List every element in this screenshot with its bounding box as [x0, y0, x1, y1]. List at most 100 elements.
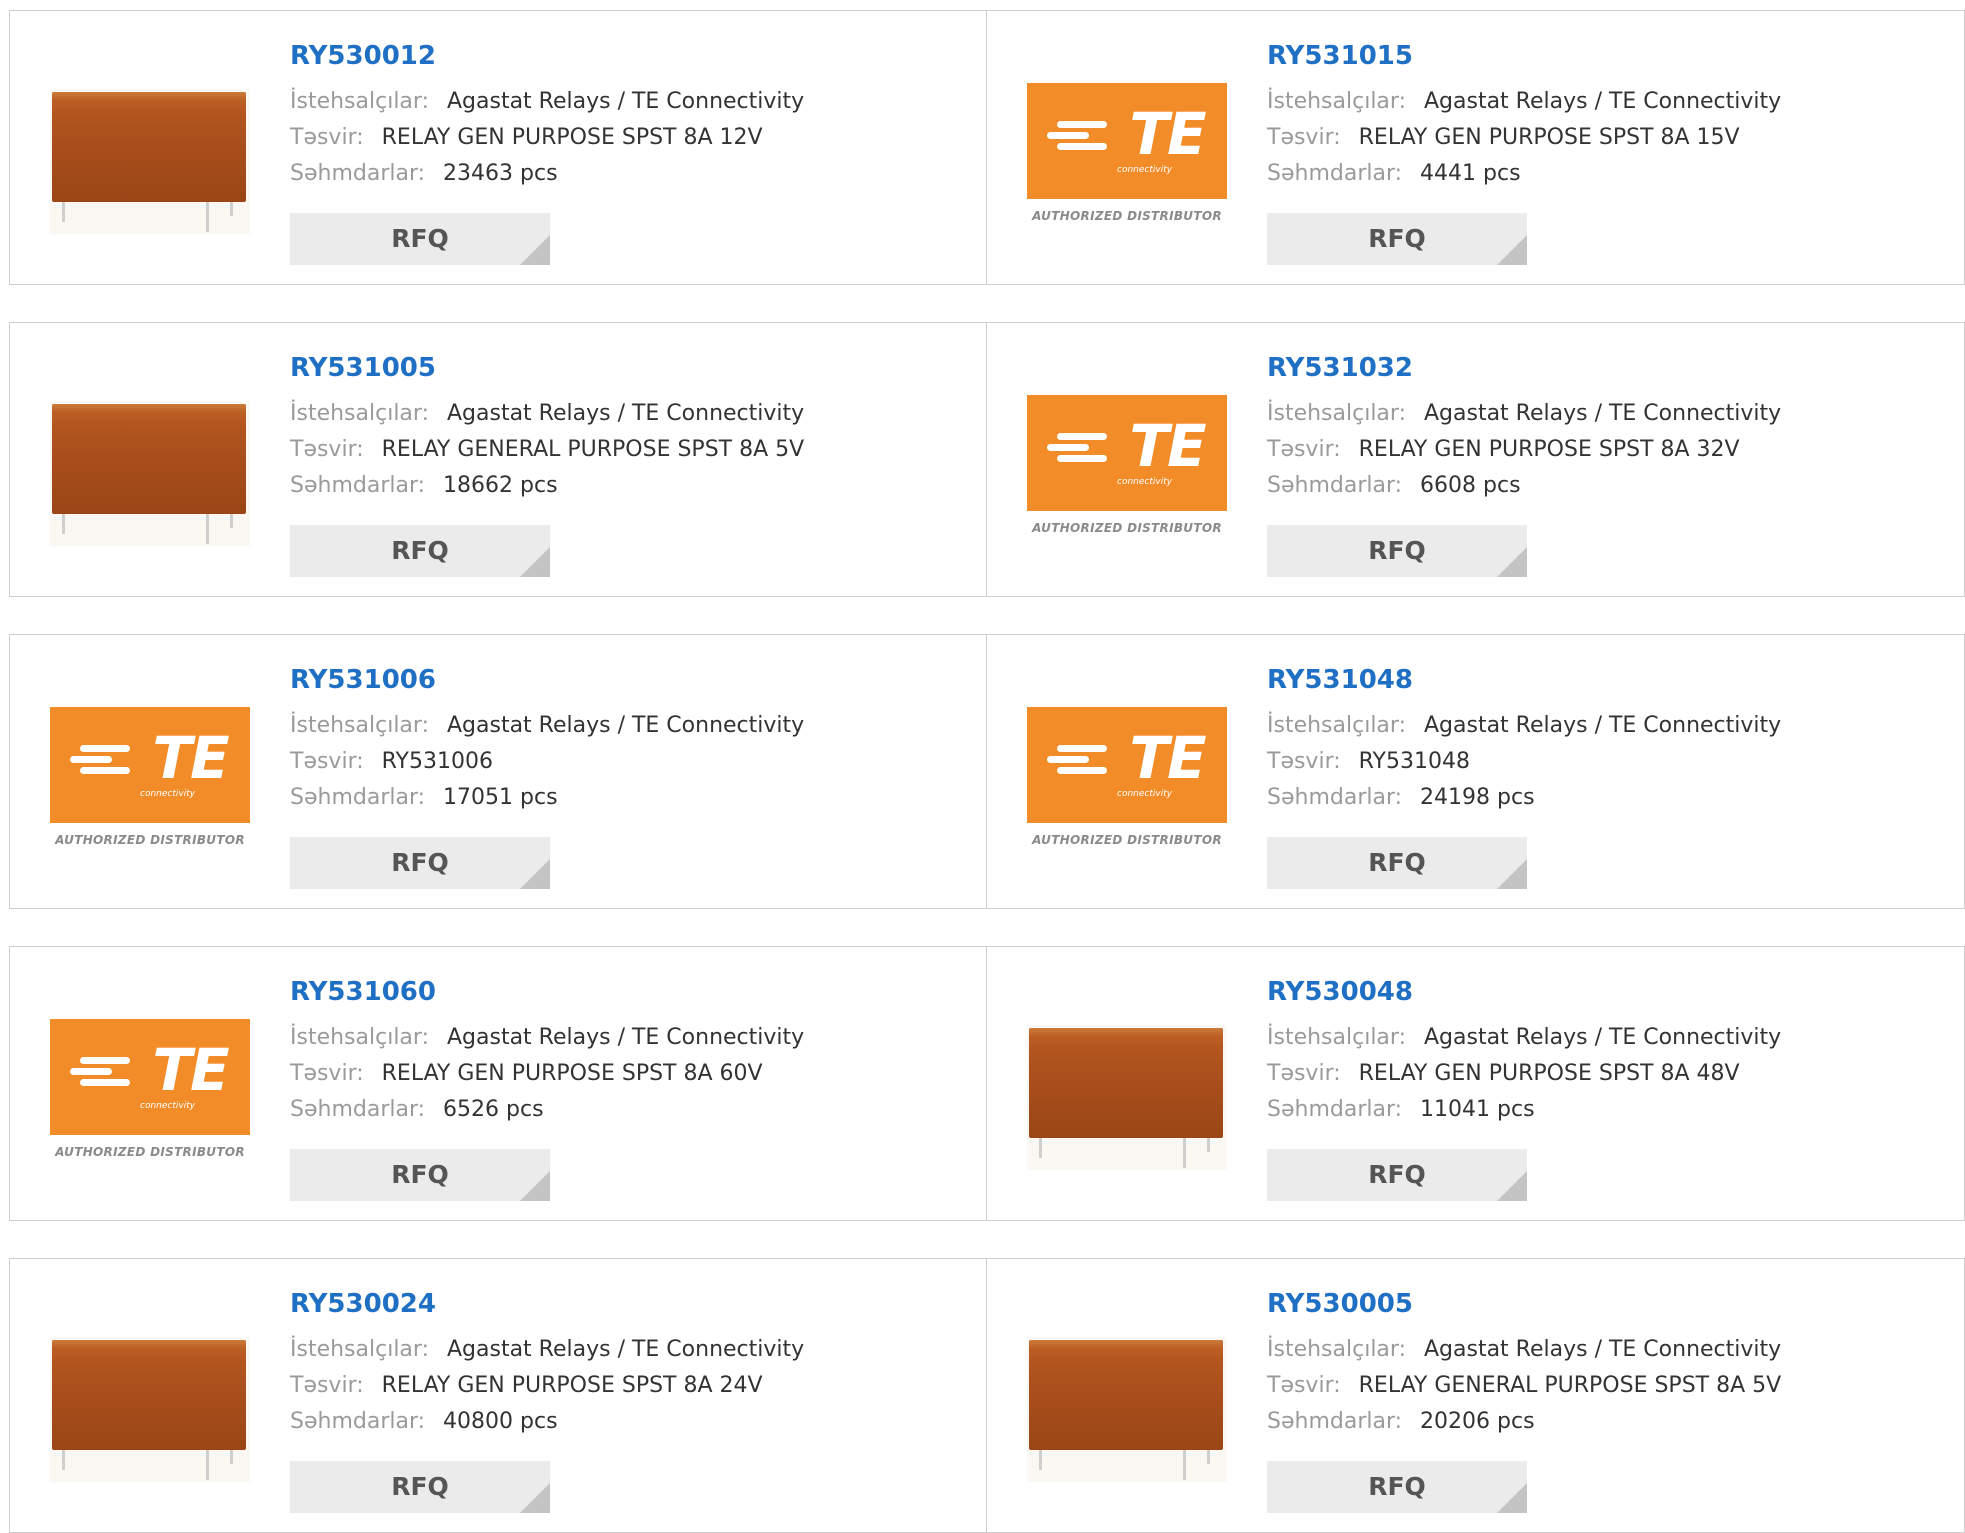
product-grid: RY530012 İstehsalçılar: Agastat Relays / …: [9, 10, 1965, 1533]
stock-row: Səhmdarlar: 11041 pcs: [1267, 1092, 1781, 1128]
rfq-button[interactable]: RFQ: [290, 525, 550, 577]
product-card: TE connectivity AUTHORIZED DISTRIBUTOR R…: [9, 946, 987, 1221]
part-number-link[interactable]: RY530048: [1267, 977, 1781, 1007]
manufacturer-value: Agastat Relays / TE Connectivity: [1423, 713, 1782, 738]
rfq-button[interactable]: RFQ: [290, 1461, 550, 1513]
manufacturer-label: İstehsalçılar:: [290, 1025, 429, 1050]
part-number-link[interactable]: RY531005: [290, 353, 804, 383]
product-image-link[interactable]: TE connectivity AUTHORIZED DISTRIBUTOR: [1027, 49, 1227, 249]
product-image-link[interactable]: TE connectivity AUTHORIZED DISTRIBUTOR: [1027, 673, 1227, 873]
product-info: RY531005 İstehsalçılar: Agastat Relays / …: [290, 353, 804, 504]
rfq-button[interactable]: RFQ: [1267, 1461, 1527, 1513]
manufacturer-row: İstehsalçılar: Agastat Relays / TE Connec…: [290, 84, 804, 120]
te-logo-subtext: connectivity: [1117, 165, 1173, 175]
part-number-link[interactable]: RY530005: [1267, 1289, 1781, 1319]
manufacturer-value: Agastat Relays / TE Connectivity: [1423, 401, 1782, 426]
product-card: RY531005 İstehsalçılar: Agastat Relays / …: [9, 322, 987, 597]
te-connectivity-logo-image: TE connectivity AUTHORIZED DISTRIBUTOR: [1027, 707, 1227, 857]
rfq-button[interactable]: RFQ: [290, 837, 550, 889]
stock-row: Səhmdarlar: 23463 pcs: [290, 156, 804, 192]
part-number-link[interactable]: RY531006: [290, 665, 804, 695]
part-number-link[interactable]: RY531015: [1267, 41, 1781, 71]
rfq-button[interactable]: RFQ: [290, 1149, 550, 1201]
stock-value: 6608 pcs: [1420, 473, 1521, 498]
description-value: RELAY GEN PURPOSE SPST 8A 48V: [1358, 1061, 1740, 1086]
te-connectivity-logo-image: TE connectivity AUTHORIZED DISTRIBUTOR: [50, 1019, 250, 1169]
relay-product-image: [50, 1337, 250, 1482]
authorized-distributor-text: AUTHORIZED DISTRIBUTOR: [1032, 521, 1222, 535]
te-logo-text: TE: [1129, 100, 1206, 168]
manufacturer-value: Agastat Relays / TE Connectivity: [446, 89, 805, 114]
stock-label: Səhmdarlar:: [290, 161, 426, 186]
te-logo-text: TE: [1129, 724, 1206, 792]
stock-value: 17051 pcs: [443, 785, 558, 810]
description-value: RY531006: [381, 749, 493, 774]
stock-row: Səhmdarlar: 4441 pcs: [1267, 156, 1781, 192]
manufacturer-row: İstehsalçılar: Agastat Relays / TE Connec…: [1267, 1332, 1781, 1368]
manufacturer-row: İstehsalçılar: Agastat Relays / TE Connec…: [1267, 1020, 1781, 1056]
description-label: Təsvir:: [290, 437, 364, 462]
te-logo-text: TE: [152, 724, 229, 792]
part-number-link[interactable]: RY530012: [290, 41, 804, 71]
stock-label: Səhmdarlar:: [1267, 473, 1403, 498]
te-logo-subtext: connectivity: [1117, 477, 1173, 487]
authorized-distributor-text: AUTHORIZED DISTRIBUTOR: [55, 1145, 245, 1159]
manufacturer-value: Agastat Relays / TE Connectivity: [446, 1337, 805, 1362]
product-card: TE connectivity AUTHORIZED DISTRIBUTOR R…: [987, 10, 1965, 285]
product-card: RY530048 İstehsalçılar: Agastat Relays / …: [987, 946, 1965, 1221]
description-row: Təsvir: RY531048: [1267, 744, 1781, 780]
product-info: RY530012 İstehsalçılar: Agastat Relays / …: [290, 41, 804, 192]
part-number-link[interactable]: RY531048: [1267, 665, 1781, 695]
product-image-link[interactable]: TE connectivity AUTHORIZED DISTRIBUTOR: [50, 673, 250, 873]
manufacturer-row: İstehsalçılar: Agastat Relays / TE Connec…: [1267, 84, 1781, 120]
part-number-link[interactable]: RY530024: [290, 1289, 804, 1319]
stock-value: 4441 pcs: [1420, 161, 1521, 186]
authorized-distributor-text: AUTHORIZED DISTRIBUTOR: [1032, 209, 1222, 223]
description-value: RELAY GEN PURPOSE SPST 8A 12V: [381, 125, 763, 150]
manufacturer-label: İstehsalçılar:: [1267, 1025, 1406, 1050]
description-label: Təsvir:: [1267, 749, 1341, 774]
product-image-link[interactable]: [50, 1297, 250, 1497]
product-info: RY531060 İstehsalçılar: Agastat Relays / …: [290, 977, 804, 1128]
product-image-link[interactable]: [1027, 1297, 1227, 1497]
product-image-link[interactable]: [1027, 985, 1227, 1185]
rfq-button[interactable]: RFQ: [1267, 837, 1527, 889]
stock-row: Səhmdarlar: 17051 pcs: [290, 780, 804, 816]
manufacturer-row: İstehsalçılar: Agastat Relays / TE Connec…: [290, 1332, 804, 1368]
rfq-button[interactable]: RFQ: [1267, 1149, 1527, 1201]
rfq-button[interactable]: RFQ: [1267, 525, 1527, 577]
manufacturer-value: Agastat Relays / TE Connectivity: [1423, 1025, 1782, 1050]
manufacturer-label: İstehsalçılar:: [290, 1337, 429, 1362]
manufacturer-label: İstehsalçılar:: [1267, 1337, 1406, 1362]
stock-label: Səhmdarlar:: [1267, 1409, 1403, 1434]
product-card: RY530005 İstehsalçılar: Agastat Relays / …: [987, 1258, 1965, 1533]
product-image-link[interactable]: TE connectivity AUTHORIZED DISTRIBUTOR: [50, 985, 250, 1185]
rfq-button[interactable]: RFQ: [1267, 213, 1527, 265]
product-info: RY531032 İstehsalçılar: Agastat Relays / …: [1267, 353, 1781, 504]
description-value: RELAY GEN PURPOSE SPST 8A 60V: [381, 1061, 763, 1086]
manufacturer-label: İstehsalçılar:: [290, 713, 429, 738]
stock-row: Səhmdarlar: 40800 pcs: [290, 1404, 804, 1440]
rfq-button[interactable]: RFQ: [290, 213, 550, 265]
stock-label: Səhmdarlar:: [1267, 1097, 1403, 1122]
stock-value: 40800 pcs: [443, 1409, 558, 1434]
product-image-link[interactable]: TE connectivity AUTHORIZED DISTRIBUTOR: [1027, 361, 1227, 561]
stock-value: 18662 pcs: [443, 473, 558, 498]
description-label: Təsvir:: [1267, 1373, 1341, 1398]
stock-value: 24198 pcs: [1420, 785, 1535, 810]
description-value: RELAY GENERAL PURPOSE SPST 8A 5V: [1358, 1373, 1782, 1398]
part-number-link[interactable]: RY531032: [1267, 353, 1781, 383]
manufacturer-label: İstehsalçılar:: [290, 89, 429, 114]
te-logo-subtext: connectivity: [1117, 789, 1173, 799]
stock-value: 23463 pcs: [443, 161, 558, 186]
product-image-link[interactable]: [50, 49, 250, 249]
te-logo-subtext: connectivity: [140, 789, 196, 799]
stock-row: Səhmdarlar: 24198 pcs: [1267, 780, 1781, 816]
stock-label: Səhmdarlar:: [290, 473, 426, 498]
manufacturer-value: Agastat Relays / TE Connectivity: [1423, 89, 1782, 114]
manufacturer-label: İstehsalçılar:: [290, 401, 429, 426]
te-connectivity-logo-image: TE connectivity AUTHORIZED DISTRIBUTOR: [50, 707, 250, 857]
manufacturer-row: İstehsalçılar: Agastat Relays / TE Connec…: [290, 396, 804, 432]
part-number-link[interactable]: RY531060: [290, 977, 804, 1007]
product-image-link[interactable]: [50, 361, 250, 561]
